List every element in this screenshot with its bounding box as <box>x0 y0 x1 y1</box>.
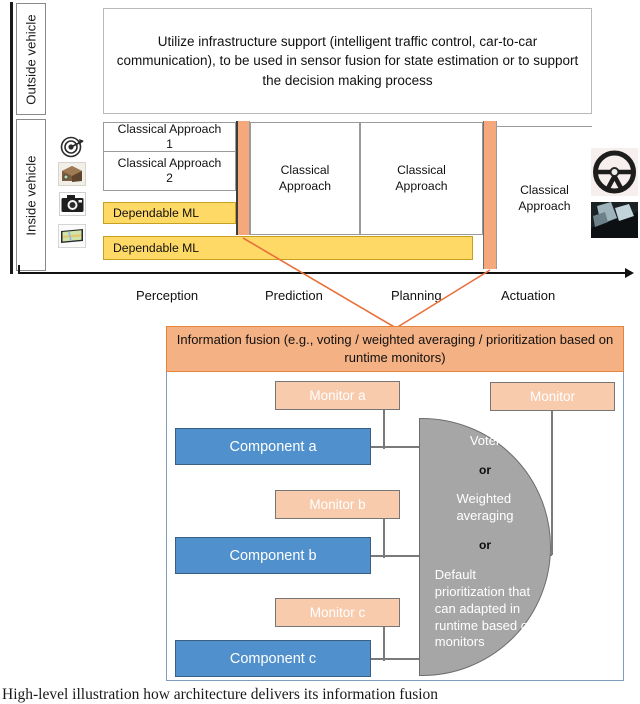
pedals-image <box>591 202 638 238</box>
actuation-line1: Classical <box>520 183 569 198</box>
dependable-ml-wide-label: Dependable ML <box>113 241 200 255</box>
fusion-panel-header: Information fusion (e.g., voting / weigh… <box>166 326 624 372</box>
perception-classical-1-line2: 1 <box>166 137 173 151</box>
perception-prediction-connector <box>236 121 250 235</box>
figure-caption: High-level illustration how architecture… <box>2 686 439 703</box>
pipeline-axis-origin <box>18 265 20 274</box>
perception-classical-1: Classical Approach 1 <box>103 122 236 152</box>
perception-classical-2-line2: 2 <box>166 171 173 185</box>
map-display-icon <box>58 224 86 248</box>
pipeline-axis-arrow <box>625 268 634 278</box>
stage-label-perception: Perception <box>136 288 199 303</box>
voter-option-3-line4: runtime based on <box>434 617 536 633</box>
stage-label-actuation: Actuation <box>501 288 556 303</box>
voter-option-3-line3: can adapted in <box>434 600 521 616</box>
voter-option-2-line2: averaging <box>456 508 514 524</box>
stage-label-prediction: Prediction <box>265 288 323 303</box>
pipeline-axis <box>18 272 626 274</box>
planning-actuation-connector <box>483 121 497 269</box>
component-a: Component a <box>175 428 371 465</box>
stage-label-planning: Planning <box>391 288 442 303</box>
radar-icon <box>60 136 84 158</box>
voter-option-1: Voter <box>469 433 501 448</box>
monitor-voter-label: Monitor <box>529 389 575 404</box>
outside-vehicle-text: Outside vehicle <box>23 13 39 105</box>
voter-option-3-line1: Default <box>434 566 476 582</box>
prediction-line2: Approach <box>278 178 332 193</box>
outside-vehicle-label: Outside vehicle <box>16 3 46 115</box>
component-c: Component c <box>175 640 371 677</box>
voter-separator-1: or <box>479 462 491 477</box>
perception-dependable-ml-label: Dependable ML <box>113 206 200 220</box>
perception-classical-2-line1: Classical Approach <box>117 155 222 170</box>
wire-component-c <box>371 658 421 660</box>
prediction-line1: Classical <box>280 163 330 178</box>
prediction-classical-approach: Classical Approach <box>250 122 360 235</box>
monitor-b-label: Monitor b <box>309 497 366 512</box>
monitor-a-label: Monitor a <box>309 388 366 403</box>
inside-vehicle-label: Inside vehicle <box>16 119 46 271</box>
wire-monitor-b <box>383 518 385 558</box>
infrastructure-support-text: Utilize infrastructure support (intellig… <box>116 33 579 88</box>
wire-monitor-voter <box>551 411 553 555</box>
planning-classical-approach: Classical Approach <box>360 122 483 235</box>
monitor-a: Monitor a <box>275 381 400 410</box>
component-b-label: Component b <box>229 547 317 564</box>
component-a-label: Component a <box>229 438 317 455</box>
left-spine <box>10 2 13 274</box>
perception-classical-1-line1: Classical Approach <box>117 121 222 136</box>
monitor-c: Monitor c <box>275 598 400 627</box>
fusion-panel-header-text: Information fusion (e.g., voting / weigh… <box>176 332 614 365</box>
wire-monitor-c <box>383 626 385 661</box>
monitor-c-label: Monitor c <box>309 605 366 620</box>
inside-vehicle-text: Inside vehicle <box>23 154 39 236</box>
voter-separator-2: or <box>479 538 491 553</box>
wire-monitor-a <box>383 409 385 449</box>
perception-dependable-ml: Dependable ML <box>103 202 236 224</box>
dependable-ml-wide: Dependable ML <box>103 236 473 260</box>
voter-option-3-line2: prioritization that <box>434 583 531 599</box>
steering-wheel-image <box>591 148 638 196</box>
wire-component-a <box>371 446 421 448</box>
wire-component-b <box>371 555 421 557</box>
lidar-icon <box>58 162 86 186</box>
planning-line1: Classical <box>397 163 446 178</box>
planning-line2: Approach <box>395 178 448 193</box>
component-b: Component b <box>175 537 371 574</box>
component-c-label: Component c <box>229 650 317 667</box>
infrastructure-support-box: Utilize infrastructure support (intellig… <box>103 8 592 114</box>
actuation-line2: Approach <box>518 198 571 213</box>
voter-option-2-line1: Weighted <box>456 491 512 507</box>
camera-icon <box>59 192 86 216</box>
perception-classical-2: Classical Approach 2 <box>103 152 236 191</box>
monitor-b: Monitor b <box>275 490 400 519</box>
voter-option-3-line5: monitors <box>434 634 485 650</box>
monitor-voter: Monitor <box>490 382 615 411</box>
actuation-classical-approach: Classical Approach <box>497 126 592 270</box>
